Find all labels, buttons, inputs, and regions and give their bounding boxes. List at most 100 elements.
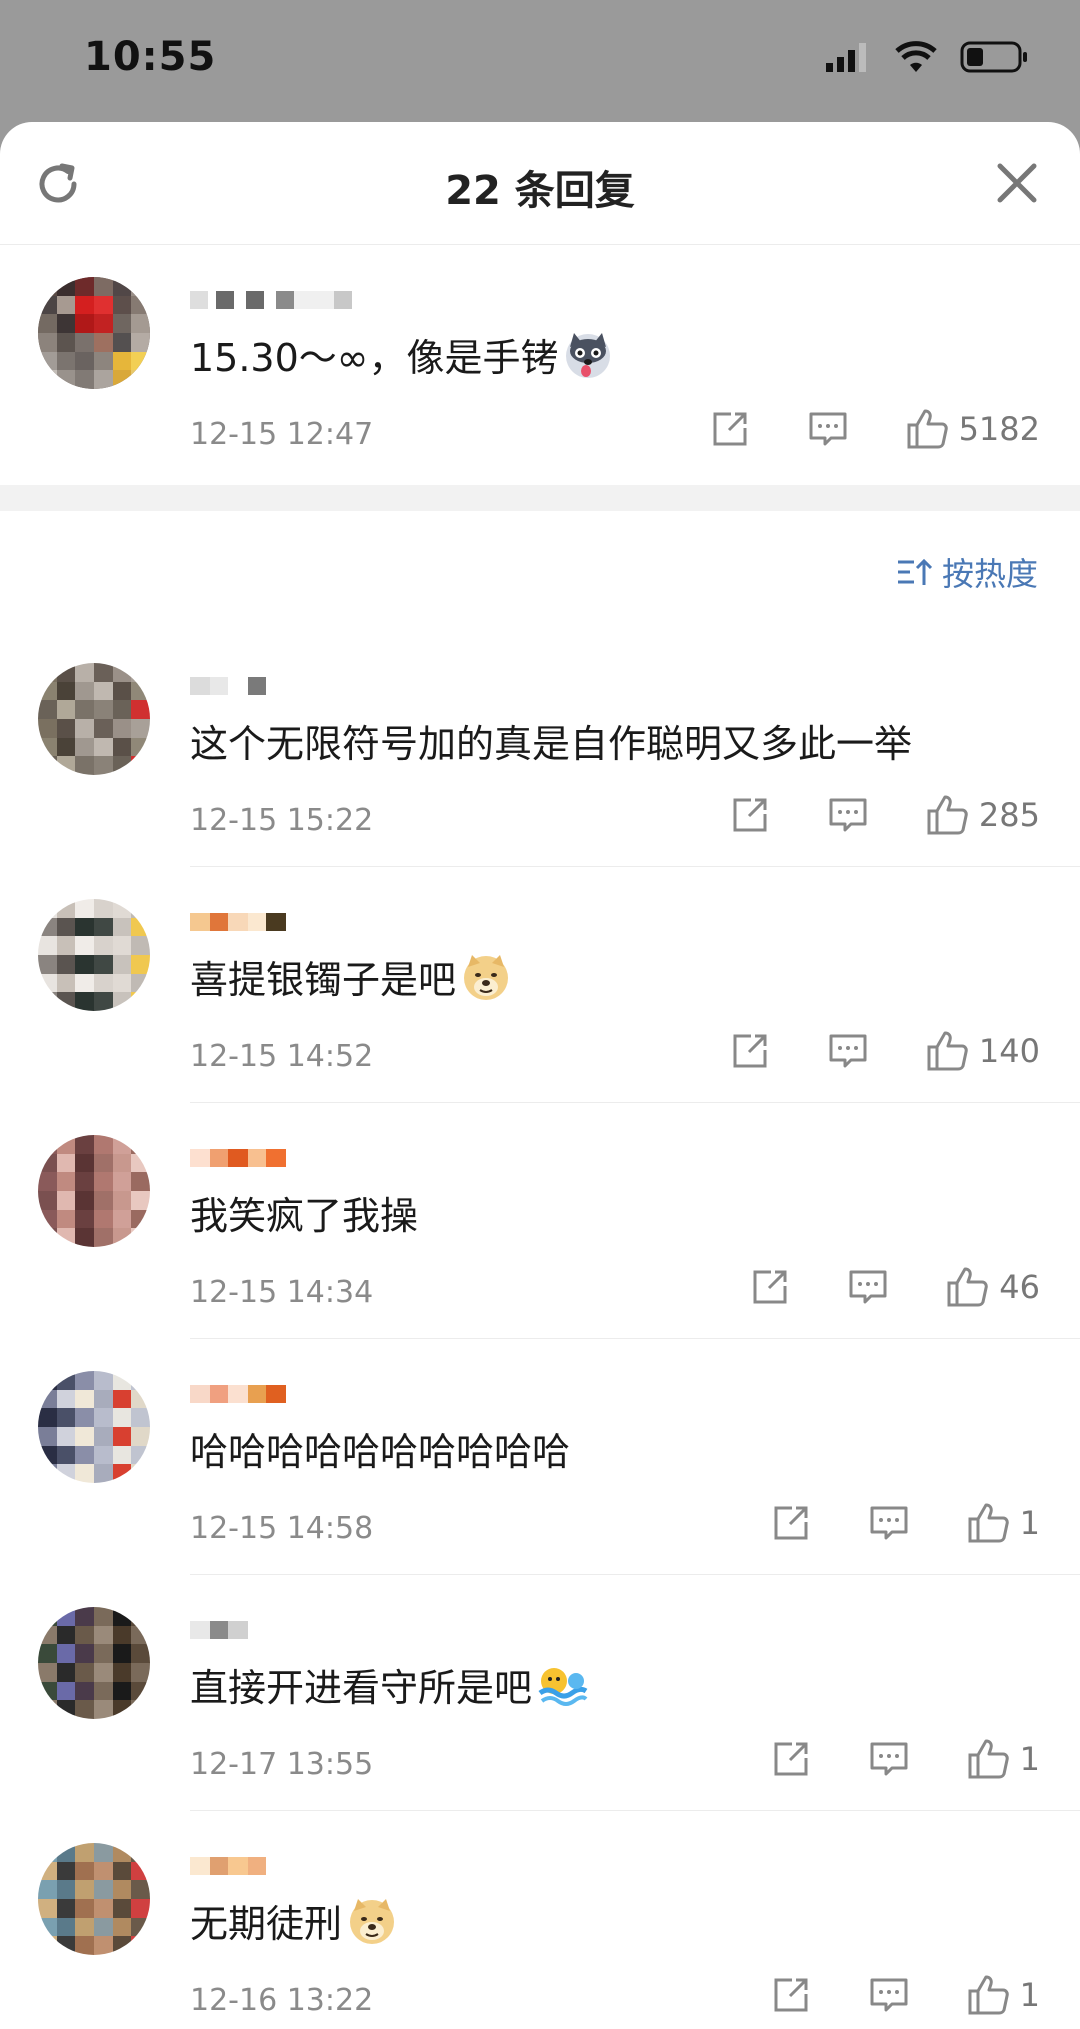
thumbs-up-icon	[907, 409, 948, 449]
reply-item: 无期徒刑 12-16 13:22 1	[0, 1811, 1080, 2029]
avatar[interactable]	[38, 1371, 150, 1483]
like-count: 5182	[958, 410, 1040, 448]
share-icon[interactable]	[770, 1974, 812, 2016]
comment-text-content: 哈哈哈哈哈哈哈哈哈哈	[190, 1430, 571, 1474]
comment-actions: 5182	[653, 407, 1040, 451]
thumbs-up-icon	[968, 1739, 1009, 1779]
doge-emoji	[464, 954, 509, 1000]
comment-text: 直接开进看守所是吧	[190, 1657, 588, 1712]
username-obscured[interactable]	[190, 1379, 286, 1407]
like-count: 1	[1019, 1740, 1040, 1778]
status-bar: 10:55	[0, 0, 1080, 122]
section-gap	[0, 485, 1080, 511]
battery-icon	[960, 41, 1027, 73]
comment-actions: 285	[673, 793, 1040, 837]
like-button[interactable]: 1	[966, 1501, 1040, 1545]
share-icon[interactable]	[770, 1502, 812, 1544]
wifi-icon	[895, 41, 937, 72]
husky-emoji	[566, 332, 611, 378]
like-count: 285	[978, 796, 1040, 834]
comment-time: 12-16 13:22	[190, 1983, 374, 2018]
share-icon[interactable]	[749, 1266, 791, 1308]
like-button[interactable]: 46	[945, 1265, 1040, 1309]
like-button[interactable]: 140	[925, 1029, 1040, 1073]
username-obscured[interactable]	[190, 285, 352, 313]
avatar[interactable]	[38, 663, 150, 775]
comment-time: 12-15 15:22	[190, 803, 374, 838]
comment-time: 12-15 14:52	[190, 1039, 374, 1074]
comment-text-content: 这个无限符号加的真是自作聪明又多此一举	[190, 722, 913, 766]
share-icon[interactable]	[729, 1030, 771, 1072]
share-icon[interactable]	[770, 1738, 812, 1780]
reply-item: 直接开进看守所是吧 12-17 13:55 1	[0, 1575, 1080, 1811]
reply-list: 这个无限符号加的真是自作聪明又多此一举 12-15 15:22 285 喜提银镯…	[0, 631, 1080, 2029]
sort-by-hot-button[interactable]: 按热度	[896, 549, 1038, 595]
swim-emoji	[538, 1667, 588, 1706]
root-comment: 15.30～∞，像是手铐 12-15 12:47 5182	[0, 245, 1080, 485]
reply-icon[interactable]	[827, 1030, 869, 1072]
like-button[interactable]: 285	[925, 793, 1040, 837]
comment-text: 我笑疯了我操	[190, 1185, 418, 1240]
username-obscured[interactable]	[190, 1851, 266, 1879]
sort-label: 按热度	[941, 555, 1038, 593]
comment-actions: 1	[714, 1737, 1040, 1781]
like-button[interactable]: 5182	[905, 407, 1040, 451]
reply-icon[interactable]	[827, 794, 869, 836]
comment-actions: 46	[693, 1265, 1040, 1309]
comment-text: 喜提银镯子是吧	[190, 949, 512, 1004]
avatar[interactable]	[38, 1607, 150, 1719]
comment-text-content: 15.30～∞，像是手铐	[190, 336, 559, 380]
system-icons	[824, 40, 1030, 74]
like-button[interactable]: 1	[966, 1973, 1040, 2017]
thumbs-up-icon	[927, 795, 968, 835]
username-obscured[interactable]	[190, 671, 266, 699]
username-obscured[interactable]	[190, 1143, 286, 1171]
doge-emoji	[350, 1898, 395, 1944]
reply-item: 哈哈哈哈哈哈哈哈哈哈 12-15 14:58 1	[0, 1339, 1080, 1575]
avatar[interactable]	[38, 1135, 150, 1247]
avatar[interactable]	[38, 1843, 150, 1955]
like-count: 1	[1019, 1504, 1040, 1542]
reply-item: 这个无限符号加的真是自作聪明又多此一举 12-15 15:22 285	[0, 631, 1080, 867]
like-button[interactable]: 1	[966, 1737, 1040, 1781]
reply-icon[interactable]	[807, 408, 849, 450]
like-count: 1	[1019, 1976, 1040, 2014]
thumbs-up-icon	[947, 1267, 989, 1307]
share-icon[interactable]	[709, 408, 751, 450]
reply-icon[interactable]	[868, 1502, 910, 1544]
comment-text: 哈哈哈哈哈哈哈哈哈哈	[190, 1421, 570, 1476]
reply-icon[interactable]	[868, 1974, 910, 2016]
reply-item: 喜提银镯子是吧 12-15 14:52 140	[0, 867, 1080, 1103]
comment-text: 无期徒刑	[190, 1893, 398, 1948]
share-icon[interactable]	[729, 794, 771, 836]
avatar[interactable]	[38, 899, 150, 1011]
sheet-header: 22 条回复	[0, 122, 1080, 245]
sort-icon	[897, 558, 932, 585]
comment-text-content: 无期徒刑	[190, 1902, 343, 1946]
username-obscured[interactable]	[190, 1615, 248, 1643]
sheet-title: 22 条回复	[445, 168, 635, 214]
sort-row: 按热度	[0, 511, 1080, 631]
comment-text: 15.30～∞，像是手铐	[190, 327, 614, 382]
signal-icon	[826, 43, 866, 72]
reply-icon[interactable]	[847, 1266, 889, 1308]
thumbs-up-icon	[968, 1975, 1009, 2015]
comment-time: 12-15 12:47	[190, 417, 374, 452]
comment-time: 12-15 14:58	[190, 1511, 374, 1546]
reply-icon[interactable]	[868, 1738, 910, 1780]
reply-item: 我笑疯了我操 12-15 14:34 46	[0, 1103, 1080, 1339]
comment-actions: 140	[673, 1029, 1040, 1073]
status-time: 10:55	[84, 34, 217, 80]
avatar[interactable]	[38, 277, 150, 389]
comment-actions: 1	[714, 1973, 1040, 2017]
comment-time: 12-15 14:34	[190, 1275, 374, 1310]
thumbs-up-icon	[927, 1031, 968, 1071]
comment-time: 12-17 13:55	[190, 1747, 374, 1782]
comment-text: 这个无限符号加的真是自作聪明又多此一举	[190, 713, 912, 768]
close-icon[interactable]	[992, 158, 1042, 208]
comment-text-content: 喜提银镯子是吧	[190, 958, 457, 1002]
thumbs-up-icon	[968, 1503, 1009, 1543]
username-obscured[interactable]	[190, 907, 286, 935]
like-count: 140	[978, 1032, 1040, 1070]
comment-actions: 1	[714, 1501, 1040, 1545]
